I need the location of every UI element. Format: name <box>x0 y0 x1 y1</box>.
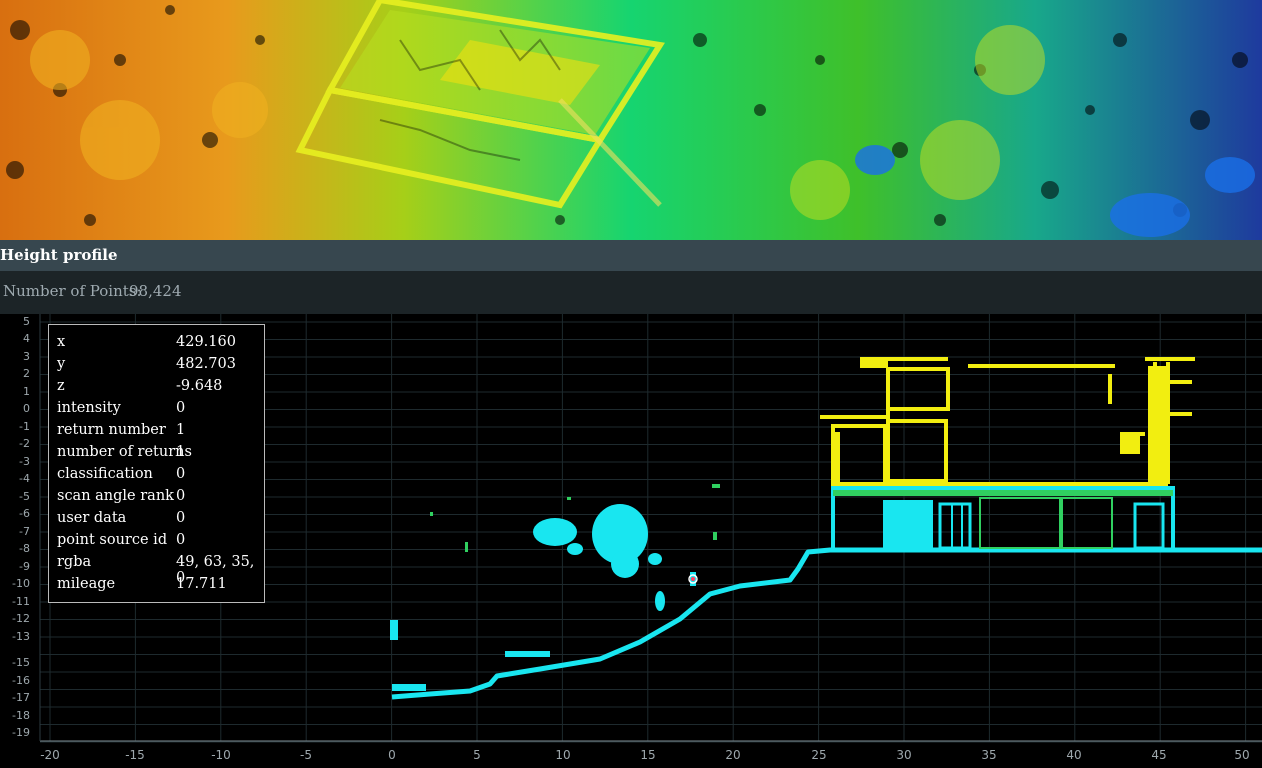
attr-row-number-of-returns: number of returns 1 <box>57 444 262 466</box>
y-tick: 5 <box>23 315 30 328</box>
attr-value: 429.160 <box>176 334 236 350</box>
x-tick: -15 <box>125 748 145 762</box>
x-tick: -20 <box>40 748 60 762</box>
x-tick: 35 <box>981 748 997 762</box>
attr-name: x <box>57 334 66 350</box>
y-tick: -16 <box>12 674 30 687</box>
profile-info-bar: Number of Points: 98,424 <box>0 271 1262 314</box>
height-profile-titlebar: Height profile <box>0 240 1262 271</box>
attr-name: classification <box>57 466 153 482</box>
x-tick: 15 <box>640 748 656 762</box>
attr-value: 0 <box>176 488 186 504</box>
y-tick: -10 <box>12 577 30 590</box>
attr-name: number of returns <box>57 444 192 460</box>
point-cloud-render <box>0 0 1262 240</box>
x-tick: 5 <box>473 748 481 762</box>
attr-row-intensity: intensity 0 <box>57 400 262 422</box>
attr-value: -9.648 <box>176 378 223 394</box>
y-tick: -12 <box>12 612 30 625</box>
y-tick: -1 <box>19 420 30 433</box>
attr-name: mileage <box>57 576 116 592</box>
attr-value: 0 <box>176 510 186 526</box>
y-tick: 3 <box>23 350 30 363</box>
attr-value: 0 <box>176 400 186 416</box>
attr-row-y: y 482.703 <box>57 356 262 378</box>
attr-name: return number <box>57 422 166 438</box>
attr-name: y <box>57 356 66 372</box>
attr-name: intensity <box>57 400 121 416</box>
attr-value: 0 <box>176 466 186 482</box>
attr-row-rgba: rgba 49, 63, 35, 0 <box>57 554 262 586</box>
x-tick: 20 <box>725 748 741 762</box>
attr-name: user data <box>57 510 127 526</box>
attr-row-classification: classification 0 <box>57 466 262 488</box>
x-tick: 25 <box>811 748 827 762</box>
attr-value: 17.711 <box>176 576 227 592</box>
y-tick: -19 <box>12 726 30 739</box>
panel-title: Height profile <box>0 246 118 264</box>
attr-value: 1 <box>176 422 186 438</box>
y-tick: 1 <box>23 385 30 398</box>
y-tick: -5 <box>19 490 30 503</box>
y-tick: 2 <box>23 367 30 380</box>
height-profile-plot[interactable]: 5 4 3 2 1 0 -1 -2 -3 -4 -5 -6 -7 -8 -9 -… <box>0 314 1262 768</box>
attr-row-mileage: mileage 17.711 <box>57 576 262 598</box>
attr-row-x: x 429.160 <box>57 334 262 356</box>
y-tick: -18 <box>12 709 30 722</box>
x-tick: 30 <box>896 748 912 762</box>
attr-value: 482.703 <box>176 356 236 372</box>
y-tick: -8 <box>19 542 30 555</box>
attr-value: 1 <box>176 444 186 460</box>
x-tick: 40 <box>1066 748 1082 762</box>
points-count-value: 98,424 <box>129 282 182 300</box>
x-tick: 10 <box>555 748 571 762</box>
y-tick: -4 <box>19 472 30 485</box>
y-tick: -9 <box>19 560 30 573</box>
attr-name: rgba <box>57 554 92 570</box>
x-tick: 0 <box>388 748 396 762</box>
x-tick: 45 <box>1151 748 1167 762</box>
y-tick: -7 <box>19 525 30 538</box>
y-tick: -13 <box>12 630 30 643</box>
y-tick: -3 <box>19 455 30 468</box>
y-tick: -2 <box>19 437 30 450</box>
y-tick: -15 <box>12 656 30 669</box>
point-attributes-panel: x 429.160 y 482.703 z -9.648 intensity 0 ret… <box>48 324 265 603</box>
x-tick: 50 <box>1234 748 1250 762</box>
attr-name: z <box>57 378 65 394</box>
y-tick: 0 <box>23 402 30 415</box>
y-tick: -11 <box>12 595 30 608</box>
attr-name: scan angle rank <box>57 488 174 504</box>
attr-value: 0 <box>176 532 186 548</box>
points-count-label: Number of Points: <box>3 282 142 300</box>
attr-row-z: z -9.648 <box>57 378 262 400</box>
attr-row-user-data: user data 0 <box>57 510 262 532</box>
y-tick: -6 <box>19 507 30 520</box>
attr-row-return-number: return number 1 <box>57 422 262 444</box>
attr-name: point source id <box>57 532 168 548</box>
y-tick: -17 <box>12 691 30 704</box>
point-cloud-viewport[interactable] <box>0 0 1262 240</box>
x-tick: -5 <box>300 748 312 762</box>
y-tick: 4 <box>23 332 30 345</box>
attr-row-point-source-id: point source id 0 <box>57 532 262 554</box>
x-tick: -10 <box>211 748 231 762</box>
attr-row-scan-angle-rank: scan angle rank 0 <box>57 488 262 510</box>
